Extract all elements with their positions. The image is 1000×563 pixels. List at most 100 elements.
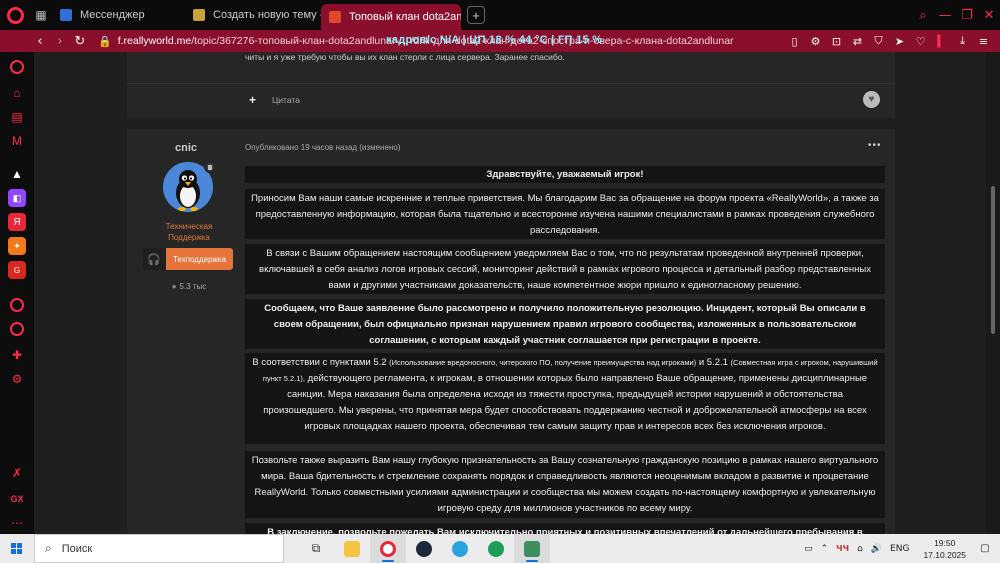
download-icon[interactable]: ⤓ xyxy=(952,34,973,48)
gx-cleaner-icon[interactable]: ▤ xyxy=(8,108,26,126)
history-icon[interactable] xyxy=(10,322,24,336)
scrollbar-thumb[interactable] xyxy=(991,186,995,334)
member-title-line: Поддержка xyxy=(168,233,210,242)
maximize-button[interactable]: ❐ xyxy=(956,8,978,23)
extensions-icon[interactable]: ✚ xyxy=(8,346,26,364)
forum-post: cnic Техническая Поддержка 🎧 Техподдержк… xyxy=(127,129,895,534)
post-paragraph: Приносим Вам наши самые искренние и тепл… xyxy=(245,189,885,239)
app-button[interactable] xyxy=(478,534,514,563)
member-title-line: Техническая xyxy=(165,222,213,231)
forward-button[interactable]: › xyxy=(50,34,70,49)
app-window-icon xyxy=(524,540,540,557)
reaction-heart-icon[interactable]: ♥ xyxy=(863,91,880,108)
telegram-icon xyxy=(452,540,468,557)
greeting-paragraph: Здравствуйте, уважаемый игрок! xyxy=(245,166,885,183)
taskbar-search[interactable]: ⌕ Поиск xyxy=(34,534,284,563)
search-tabs-icon[interactable]: ⌕ xyxy=(912,8,934,23)
yandex-icon[interactable]: Я xyxy=(8,213,26,231)
menu-icon[interactable]: ≡ xyxy=(973,35,994,48)
group-badge: 🎧 Техподдержка xyxy=(143,248,233,270)
network-icon[interactable]: ⌂ xyxy=(857,544,863,554)
telegram-game-icon[interactable]: G xyxy=(8,261,26,279)
post-paragraph-bold: В заключение, позвольте пожелать Вам иск… xyxy=(245,523,885,534)
volume-icon[interactable]: 🔊 xyxy=(871,544,882,554)
system-tray: ▭ ⌃ ЧЧ ⌂ 🔊 ENG 19:50 17.10.2025 ▢ xyxy=(800,537,1000,561)
close-window-button[interactable]: ✕ xyxy=(978,8,1000,23)
minimize-button[interactable]: — xyxy=(934,8,956,23)
opera-menu-button[interactable] xyxy=(0,0,30,30)
tab-create-topic[interactable]: Создать новую тему - R xyxy=(185,0,321,30)
translate-icon[interactable]: ⇄ xyxy=(847,35,868,48)
author-name[interactable]: cnic xyxy=(127,142,245,154)
opera-logo-icon xyxy=(6,6,24,24)
post-paragraph: В связи с Вашим обращением настоящим соо… xyxy=(245,244,885,294)
language-indicator[interactable]: ENG xyxy=(890,544,909,554)
notification-icon[interactable]: ▢ xyxy=(976,543,994,554)
quote-button[interactable]: Цитата xyxy=(272,95,300,105)
gx-corner-icon[interactable]: ⌂ xyxy=(8,84,26,102)
reputation-value: 5.3 тыс xyxy=(179,282,207,291)
headset-icon: 🎧 xyxy=(147,253,161,266)
easy-setup-icon[interactable]: ⚙ xyxy=(805,35,826,48)
twitch-icon[interactable]: ◧ xyxy=(8,189,26,207)
settings-icon[interactable]: ⚙ xyxy=(8,370,26,388)
url-domain: f.reallyworld.me xyxy=(117,35,192,47)
paragraph-part: В соответствии с пунктами 5.2 xyxy=(252,357,387,368)
bookmark-heart-icon[interactable]: ♡ xyxy=(910,35,931,48)
new-tab-button[interactable]: + xyxy=(467,6,485,24)
adblock-icon[interactable]: ⛉ xyxy=(868,34,889,48)
tab-bar: ▦ Мессенджер Создать новую тему - R Топо… xyxy=(0,0,1000,30)
fps-overlay: кадров/с N/A | ЦП 18 % 44 °C | ГП 15 % xyxy=(386,34,603,46)
steam-button[interactable] xyxy=(406,534,442,563)
clock[interactable]: 19:50 17.10.2025 xyxy=(923,537,966,561)
search-icon: ⌕ xyxy=(45,541,52,555)
reputation: ● 5.3 тыс xyxy=(127,282,251,291)
aria-icon[interactable]: ▲ xyxy=(8,165,26,183)
send-icon[interactable]: ➤ xyxy=(889,35,910,48)
screenshot-icon[interactable]: ⊡ xyxy=(826,35,847,48)
folder-icon xyxy=(344,540,360,557)
search-placeholder: Поиск xyxy=(61,542,93,555)
clock-time: 19:50 xyxy=(934,537,956,548)
back-button[interactable]: ‹ xyxy=(30,34,50,49)
tab-overview-icon[interactable]: ▦ xyxy=(30,0,52,30)
windows-logo-icon xyxy=(11,542,23,555)
tray-badge[interactable]: ЧЧ xyxy=(836,544,849,553)
reload-button[interactable]: ↻ xyxy=(70,34,90,49)
battery-icon[interactable]: ▭ xyxy=(804,544,813,554)
tab-label: Создать новую тему - R xyxy=(213,9,321,21)
post-paragraph: Позвольте также выразить Вам нашу глубок… xyxy=(245,451,885,518)
vk-games-icon[interactable]: ✦ xyxy=(8,237,26,255)
reallyworld-favicon-icon xyxy=(329,11,341,23)
post-date[interactable]: Опубликовано 19 часов назад (изменено) xyxy=(245,143,400,152)
multiquote-plus-button[interactable]: + xyxy=(249,93,256,107)
telegram-button[interactable] xyxy=(442,534,478,563)
url-field[interactable]: 🔒 f.reallyworld.me /topic/367276-топовый… xyxy=(98,30,756,52)
address-bar: ‹ › ↻ 🔒 f.reallyworld.me /topic/367276-т… xyxy=(0,30,1000,52)
lock-icon: 🔒 xyxy=(98,35,112,48)
group-label: Техподдержка xyxy=(166,248,233,270)
messenger-favicon-icon xyxy=(60,9,72,21)
divider: ▍ xyxy=(937,34,946,48)
player-icon[interactable] xyxy=(10,298,24,312)
page-scrollbar[interactable] xyxy=(986,52,1000,534)
tab-active-topic[interactable]: Топовый клан dota2andlu ✕ xyxy=(321,4,461,30)
tab-messenger[interactable]: Мессенджер xyxy=(52,0,185,30)
gx-mods-icon[interactable]: ✗ xyxy=(8,464,26,482)
opera-sidebar: ⌂ ▤ M ▲ ◧ Я ✦ G ✚ ⚙ ✗ GX ⋯ xyxy=(0,52,34,534)
post-options-button[interactable]: ••• xyxy=(868,140,882,151)
opera-gx-button[interactable] xyxy=(370,534,406,563)
task-view-button[interactable]: ⧉ xyxy=(298,534,334,563)
author-panel: cnic Техническая Поддержка 🎧 Техподдержк… xyxy=(127,129,245,534)
reader-icon[interactable]: ▯ xyxy=(784,35,805,48)
opera-icon xyxy=(380,540,396,557)
gmail-icon[interactable]: M xyxy=(8,132,26,150)
file-explorer-button[interactable] xyxy=(334,534,370,563)
start-button[interactable] xyxy=(0,534,34,563)
chevron-up-icon[interactable]: ⌃ xyxy=(821,544,829,554)
post-paragraph-bold: Сообщаем, что Ваше заявление было рассмо… xyxy=(245,299,885,349)
sidebar-more-icon[interactable]: ⋯ xyxy=(8,514,26,532)
member-title: Техническая Поддержка xyxy=(127,221,251,243)
app-window-button[interactable] xyxy=(514,534,550,563)
gx-control-icon[interactable] xyxy=(10,60,24,74)
